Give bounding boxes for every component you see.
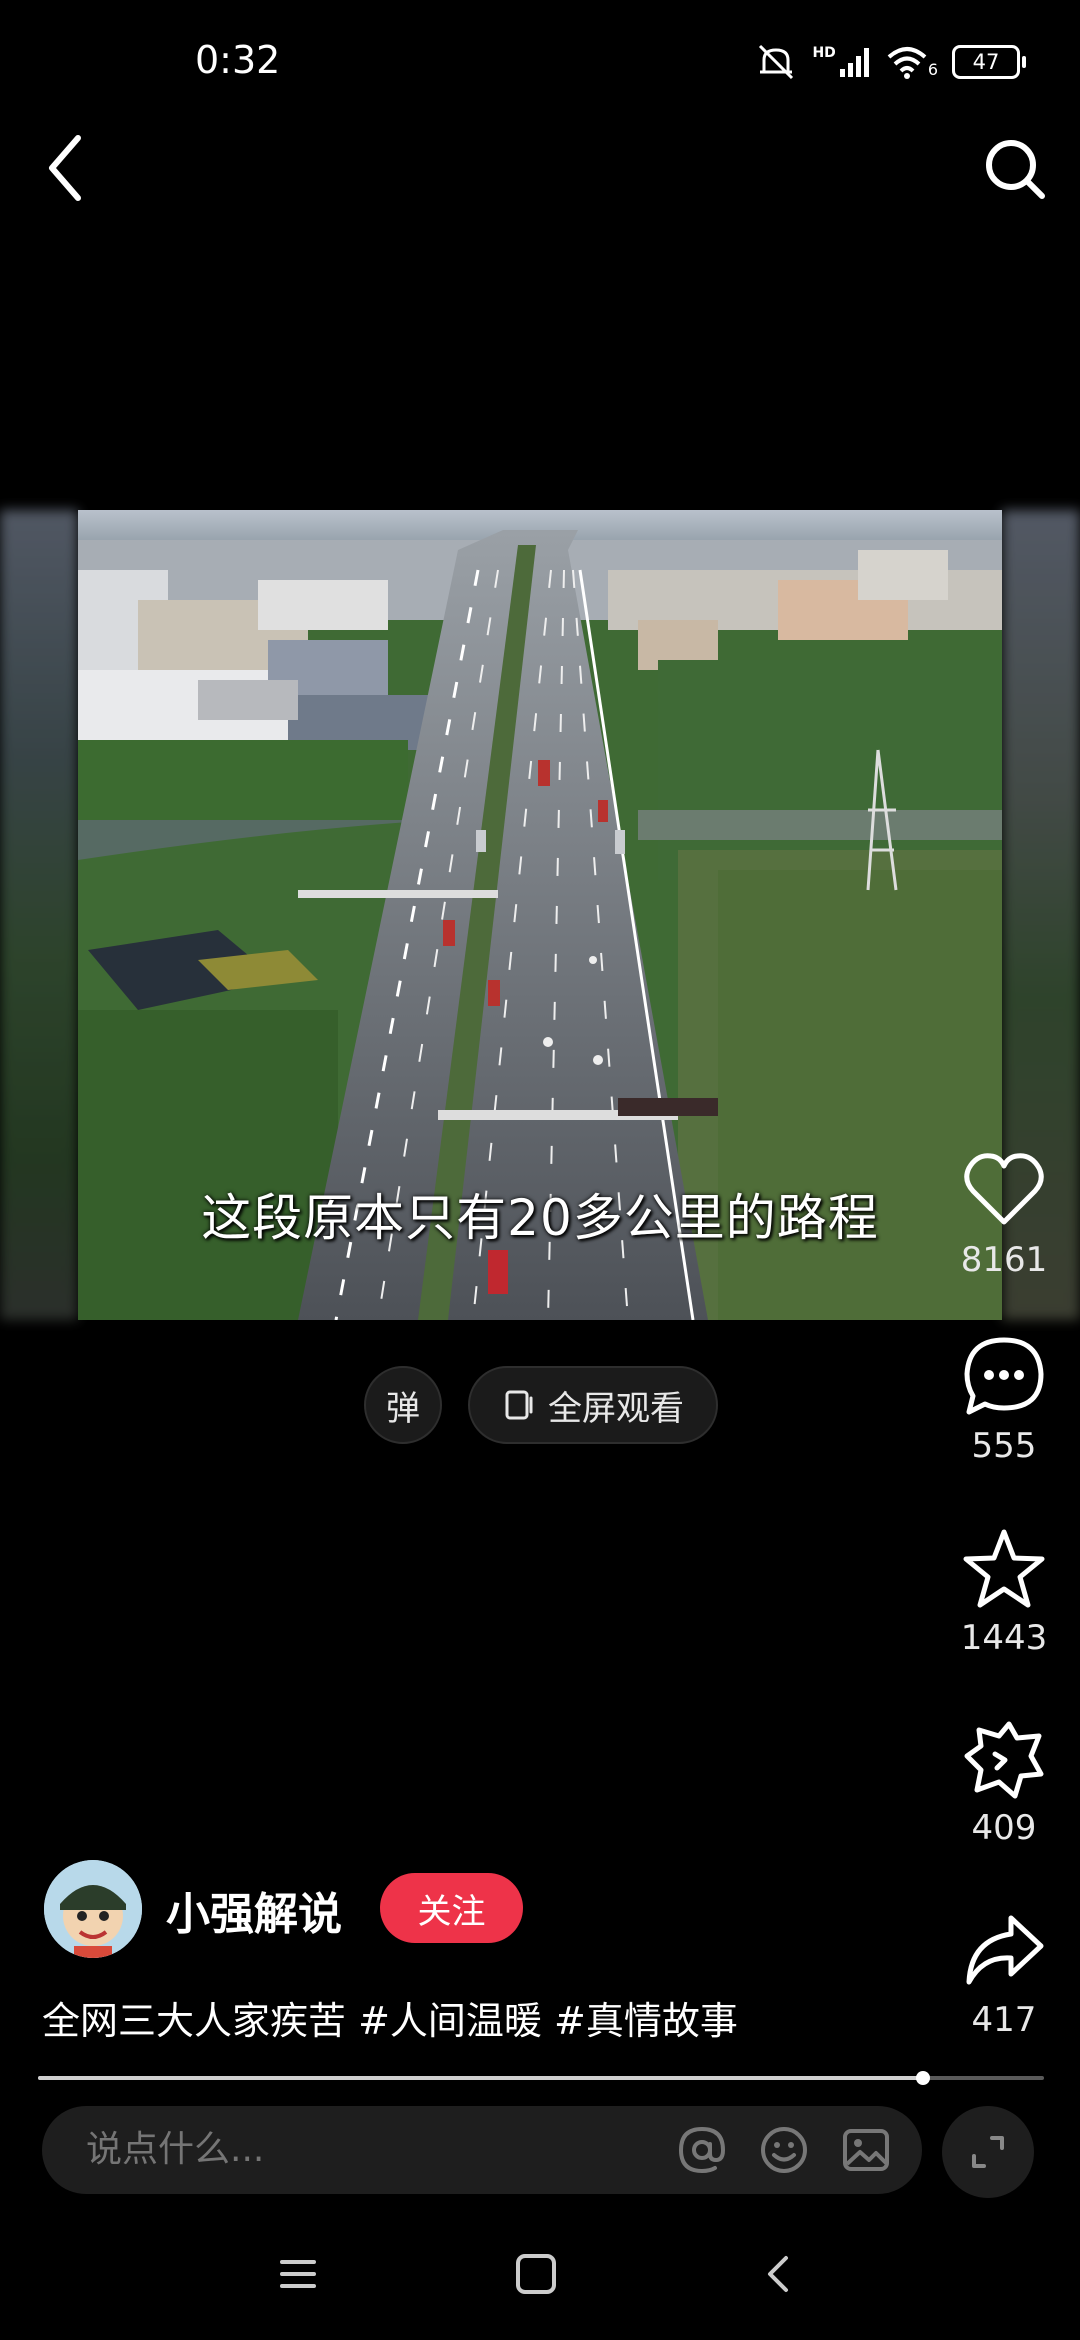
signal-icon (839, 48, 869, 77)
author-avatar[interactable] (44, 1860, 142, 1958)
fullscreen-icon (505, 1390, 533, 1420)
status-icons: HD 6 47 (754, 38, 1026, 86)
video-subtitle: 这段原本只有20多公里的路程 (201, 1189, 879, 1247)
mute-icon (759, 44, 794, 80)
video-blur-left (0, 510, 78, 1320)
like-button[interactable]: 8161 (948, 1148, 1060, 1280)
collect-button[interactable]: 1443 (948, 1526, 1060, 1658)
collect-count: 1443 (960, 1618, 1048, 1658)
recent-apps-button[interactable] (268, 2244, 328, 2304)
hd-label: HD (812, 45, 836, 61)
share-count: 417 (971, 2000, 1037, 2040)
wifi-label: 6 (927, 60, 938, 79)
battery-icon: 47 (952, 45, 1026, 79)
fullscreen-button[interactable]: 全屏观看 (468, 1366, 718, 1444)
home-button[interactable] (506, 2244, 566, 2304)
progress-knob[interactable] (916, 2071, 931, 2085)
danmaku-label: 弹 (386, 1388, 420, 1429)
comment-count: 555 (971, 1426, 1037, 1466)
image-picker-icon[interactable] (838, 2122, 894, 2178)
system-back-button[interactable] (748, 2244, 808, 2304)
emoji-icon[interactable] (756, 2122, 812, 2178)
author-name[interactable]: 小强解说 (166, 1878, 342, 1942)
fullscreen-label: 全屏观看 (548, 1388, 684, 1429)
at-mention-icon[interactable] (674, 2122, 730, 2178)
avatar-image (44, 1860, 142, 1958)
share-button[interactable]: 417 (948, 1908, 1060, 2040)
like-count: 8161 (960, 1240, 1048, 1280)
gift-button[interactable]: 409 (948, 1716, 1060, 1848)
burst-icon (964, 1721, 1044, 1799)
expand-button[interactable] (942, 2106, 1034, 2198)
comment-bubble-icon (964, 1337, 1044, 1415)
battery-level: 47 (972, 50, 1000, 74)
expand-icon (972, 2136, 1004, 2168)
back-button[interactable] (40, 130, 90, 206)
video-caption[interactable]: 全网三大人家疾苦 #人间温暖 #真情故事 (42, 1990, 738, 2045)
star-icon (963, 1529, 1045, 1608)
share-arrow-icon (966, 1915, 1044, 1985)
follow-button[interactable]: 关注 (380, 1873, 523, 1943)
comment-button[interactable]: 555 (948, 1334, 1060, 1466)
gift-count: 409 (971, 1808, 1037, 1848)
danmaku-toggle-button[interactable]: 弹 (364, 1366, 442, 1444)
search-icon[interactable] (982, 136, 1048, 202)
progress-fill (38, 2076, 924, 2080)
status-time: 0:32 (195, 38, 281, 82)
comment-input[interactable] (84, 2128, 648, 2171)
heart-icon (964, 1153, 1044, 1225)
follow-label: 关注 (417, 1891, 486, 1932)
wifi-icon (887, 47, 927, 79)
